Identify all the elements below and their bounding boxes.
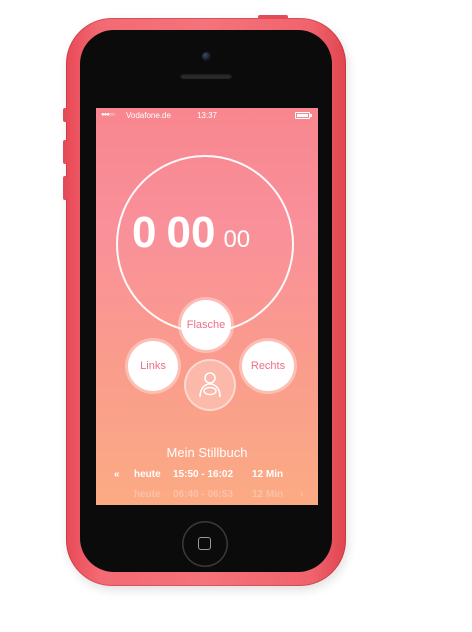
chevron-right-icon[interactable]: › [300, 489, 303, 500]
power-button[interactable] [258, 15, 288, 19]
timer-hundredths: 00 [223, 226, 251, 253]
chevron-left-icon[interactable]: « [114, 469, 120, 480]
bottle-button[interactable]: Flasche [181, 300, 231, 350]
log-entry-time-range: 15:50 - 16:02 [173, 469, 234, 480]
bottle-button-label: Flasche [186, 319, 226, 331]
right-breast-label: Rechts [250, 360, 286, 372]
battery-icon [295, 112, 312, 119]
status-bar: ●●●○○ Vodafone.de 13:37 [96, 108, 318, 124]
volume-up-button[interactable] [63, 140, 67, 164]
timer-display: 0 00 00 [132, 211, 250, 265]
timer-seconds: 00 [166, 208, 216, 257]
baby-button[interactable] [184, 359, 236, 411]
app-screen: ●●●○○ Vodafone.de 13:37 0 00 00 Flasche Li… [96, 108, 318, 505]
status-time: 13:37 [196, 111, 218, 120]
left-breast-button[interactable]: Links [128, 341, 178, 391]
log-entry-day: heute [134, 469, 161, 480]
log-entry-duration: 12 Min [252, 469, 284, 480]
log-entry-duration: 12 Min [252, 489, 284, 500]
left-breast-label: Links [140, 360, 166, 372]
timer-minutes: 0 [132, 208, 157, 257]
log-entry-day: heute [134, 489, 161, 500]
home-button-icon[interactable] [182, 521, 228, 567]
earpiece-speaker [180, 73, 232, 79]
log-entry-time-range: 06:40 - 06:53 [173, 489, 234, 500]
mute-switch[interactable] [63, 108, 67, 122]
log-title: Mein Stillbuch [166, 445, 248, 460]
volume-down-button[interactable] [63, 176, 67, 200]
front-camera [202, 52, 211, 61]
nursing-baby-icon [199, 372, 221, 398]
right-breast-button[interactable]: Rechts [242, 341, 294, 391]
